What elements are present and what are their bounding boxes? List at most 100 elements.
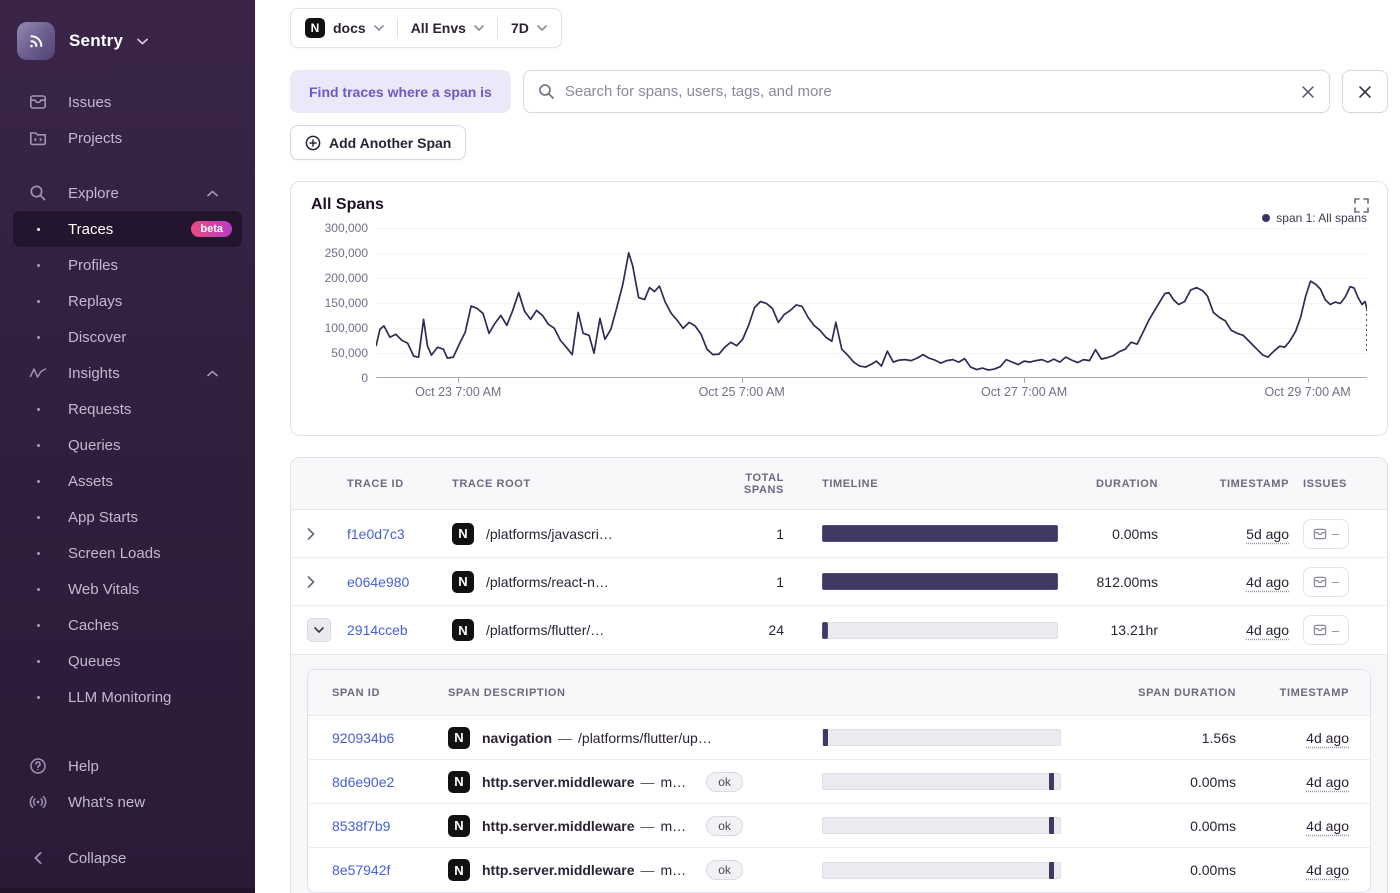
bullet-icon bbox=[28, 479, 48, 483]
timeline-bar bbox=[822, 525, 1058, 542]
expand-chevron-icon[interactable] bbox=[307, 527, 347, 540]
nextjs-logo-icon: N bbox=[452, 570, 474, 593]
x-tick-label: Oct 23 7:00 AM bbox=[415, 385, 502, 399]
span-id-link[interactable]: 8538f7b9 bbox=[332, 818, 424, 834]
issues-icon bbox=[1313, 576, 1327, 587]
y-tick-label: 200,000 bbox=[324, 271, 368, 285]
trace-id-link[interactable]: 2914cceb bbox=[347, 622, 452, 638]
nextjs-logo-icon: N bbox=[452, 619, 474, 641]
timestamp-value[interactable]: 4d ago bbox=[1306, 818, 1349, 834]
find-traces-chip[interactable]: Find traces where a span is bbox=[290, 70, 511, 113]
date-range-selector[interactable]: 7D bbox=[511, 20, 547, 36]
sidebar-item-help[interactable]: Help bbox=[13, 748, 242, 784]
timestamp-value[interactable]: 4d ago bbox=[1246, 622, 1289, 638]
fullscreen-icon[interactable] bbox=[1354, 198, 1369, 216]
sidebar-item-screen-loads[interactable]: Screen Loads bbox=[13, 535, 242, 571]
insights-icon bbox=[28, 364, 48, 382]
sidebar-item-llm-monitoring[interactable]: LLM Monitoring bbox=[13, 679, 242, 715]
broadcast-icon bbox=[28, 793, 48, 811]
sidebar-collapse-button[interactable]: Collapse bbox=[13, 840, 242, 876]
issues-button[interactable]: – bbox=[1303, 615, 1349, 645]
table-row[interactable]: f1e0d7c3 N /platforms/javascri… 1 0.00ms… bbox=[291, 510, 1387, 558]
add-another-span-button[interactable]: Add Another Span bbox=[290, 125, 467, 160]
sidebar-item-requests[interactable]: Requests bbox=[13, 391, 242, 427]
sidebar-item-label: App Starts bbox=[68, 508, 139, 526]
span-duration-value: 0.00ms bbox=[1190, 773, 1236, 790]
sidebar: Sentry Issues Projects Explore Traces be… bbox=[0, 0, 255, 893]
sidebar-section-insights[interactable]: Insights bbox=[13, 355, 242, 391]
status-badge: ok bbox=[706, 815, 743, 836]
sidebar-item-issues[interactable]: Issues bbox=[13, 84, 242, 120]
collapse-chevron-icon[interactable] bbox=[307, 618, 331, 642]
sidebar-item-web-vitals[interactable]: Web Vitals bbox=[13, 571, 242, 607]
org-switcher[interactable]: Sentry bbox=[0, 14, 255, 68]
sidebar-item-profiles[interactable]: Profiles bbox=[13, 247, 242, 283]
span-id-link[interactable]: 8e57942f bbox=[332, 862, 424, 878]
trace-id-link[interactable]: f1e0d7c3 bbox=[347, 526, 452, 542]
project-name: docs bbox=[333, 20, 366, 36]
col-span-duration: SPAN DURATION bbox=[1138, 686, 1236, 699]
remove-span-filter-button[interactable] bbox=[1342, 70, 1388, 113]
sidebar-item-label: Assets bbox=[68, 472, 114, 490]
issues-button[interactable]: – bbox=[1303, 518, 1349, 549]
environment-selector[interactable]: All Envs bbox=[411, 20, 484, 36]
sidebar-item-label: Replays bbox=[68, 292, 123, 310]
span-id-link[interactable]: 8d6e90e2 bbox=[332, 774, 424, 790]
sidebar-item-label: Screen Loads bbox=[68, 544, 161, 562]
span-op: navigation bbox=[482, 729, 553, 746]
span-row[interactable]: 8538f7b9 N http.server.middleware — m… ok … bbox=[308, 804, 1370, 848]
sidebar-item-discover[interactable]: Discover bbox=[13, 319, 242, 355]
bullet-icon bbox=[28, 695, 48, 699]
timestamp-value[interactable]: 5d ago bbox=[1246, 526, 1289, 542]
bullet-icon bbox=[28, 407, 48, 411]
col-trace-id: TRACE ID bbox=[347, 477, 404, 490]
search-input[interactable] bbox=[564, 83, 1291, 100]
timestamp-value[interactable]: 4d ago bbox=[1306, 862, 1349, 878]
bullet-icon bbox=[28, 335, 48, 339]
bullet-icon bbox=[28, 623, 48, 627]
chevron-down-icon bbox=[474, 25, 484, 31]
clear-search-icon[interactable] bbox=[1301, 85, 1315, 99]
all-spans-chart-panel: All Spans span 1: All spans 300,000 250,… bbox=[290, 181, 1388, 436]
x-tick-label: Oct 27 7:00 AM bbox=[981, 385, 1068, 399]
sidebar-item-label: Queues bbox=[68, 652, 121, 670]
legend-dot-icon bbox=[1262, 214, 1271, 222]
table-row[interactable]: e064e980 N /platforms/react-n… 1 812.00m… bbox=[291, 558, 1387, 606]
table-row-expanded[interactable]: 2914cceb N /platforms/flutter/… 24 13.21… bbox=[291, 606, 1387, 654]
span-search-box bbox=[522, 70, 1330, 113]
span-row[interactable]: 8d6e90e2 N http.server.middleware — m… ok … bbox=[308, 760, 1370, 804]
spans-sub-table: SPAN ID SPAN DESCRIPTION SPAN DURATION T… bbox=[307, 669, 1371, 893]
y-tick-label: 300,000 bbox=[324, 221, 368, 235]
span-row[interactable]: 8e57942f N http.server.middleware — m… ok … bbox=[308, 848, 1370, 892]
sidebar-item-app-starts[interactable]: App Starts bbox=[13, 499, 242, 535]
sidebar-item-queues[interactable]: Queues bbox=[13, 643, 242, 679]
bullet-icon bbox=[28, 263, 48, 267]
span-op: http.server.middleware bbox=[482, 862, 635, 878]
sidebar-item-assets[interactable]: Assets bbox=[13, 463, 242, 499]
timestamp-value[interactable]: 4d ago bbox=[1246, 574, 1289, 590]
timestamp-value[interactable]: 4d ago bbox=[1306, 730, 1349, 746]
timeline-bar bbox=[822, 621, 1058, 639]
sidebar-item-queries[interactable]: Queries bbox=[13, 427, 242, 463]
chart-plot bbox=[376, 228, 1367, 383]
sidebar-item-traces[interactable]: Traces beta bbox=[13, 211, 242, 247]
span-duration-value: 0.00ms bbox=[1190, 862, 1236, 878]
sidebar-item-projects[interactable]: Projects bbox=[13, 120, 242, 156]
bullet-icon bbox=[28, 659, 48, 663]
sidebar-item-caches[interactable]: Caches bbox=[13, 607, 242, 643]
trace-id-link[interactable]: e064e980 bbox=[347, 574, 452, 590]
col-timeline: TIMELINE bbox=[822, 477, 879, 490]
chart-legend[interactable]: span 1: All spans bbox=[311, 210, 1367, 226]
span-id-link[interactable]: 920934b6 bbox=[332, 730, 424, 746]
expand-chevron-icon[interactable] bbox=[307, 575, 347, 588]
issues-dash: – bbox=[1331, 574, 1340, 589]
timestamp-value[interactable]: 4d ago bbox=[1306, 774, 1349, 790]
sidebar-item-whats-new[interactable]: What's new bbox=[13, 784, 242, 820]
span-row[interactable]: 920934b6 N navigation —/platforms/flutter… bbox=[308, 716, 1370, 760]
project-selector[interactable]: N docs bbox=[305, 18, 384, 38]
sidebar-item-replays[interactable]: Replays bbox=[13, 283, 242, 319]
issues-button[interactable]: – bbox=[1303, 566, 1349, 597]
span-timeline-bar bbox=[822, 817, 1061, 834]
sidebar-section-explore[interactable]: Explore bbox=[13, 175, 242, 211]
y-tick-label: 100,000 bbox=[324, 321, 368, 335]
